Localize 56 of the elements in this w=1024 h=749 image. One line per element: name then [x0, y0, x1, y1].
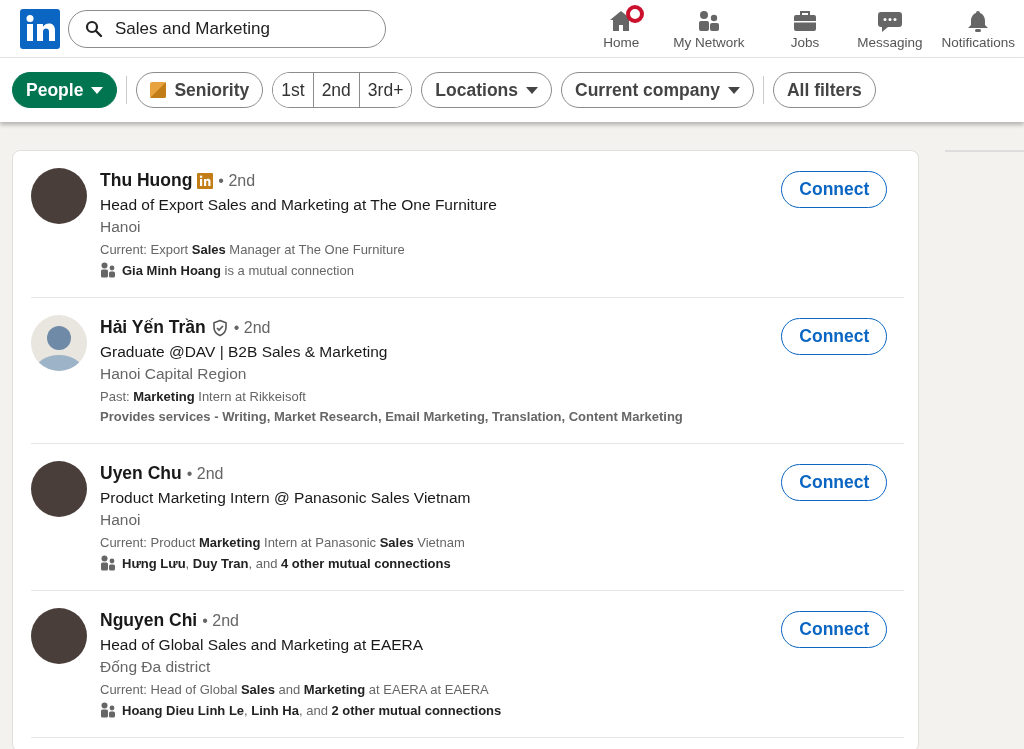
connect-button[interactable]: Connect: [781, 171, 888, 208]
photo-placeholder[interactable]: [31, 168, 87, 224]
person-name[interactable]: Thu Huong: [100, 170, 193, 191]
nav-item[interactable]: Notifications: [932, 7, 1024, 50]
people-icon: [697, 9, 721, 33]
filter-button[interactable]: Current company: [561, 72, 754, 108]
search-icon: [85, 19, 103, 38]
connection-degree: • 2nd: [186, 464, 224, 483]
summary-text: Current: Head of Global Sales and Marketing at EAERA at EAERA: [100, 682, 490, 697]
insight-text: Provides services - Writing, Market Research, Email Marketing, Translation, Content Marketing: [100, 409, 683, 424]
nav-item[interactable]: Messaging: [847, 7, 933, 50]
insight-text: Hưng Lưu, Duy Tran, and 4 other mutual connections: [122, 555, 451, 571]
headline: Head of Global Sales and Marketing at EAERA: [100, 636, 425, 654]
filter-button[interactable]: Locations: [421, 72, 552, 108]
summary-text: Past: Marketing Intern at Rikkeisoft: [100, 389, 307, 404]
people-icon: [100, 262, 116, 278]
chat-icon: [876, 9, 903, 33]
connection-degree-filter[interactable]: 3rd+: [358, 73, 412, 107]
summary-text: Current: Export Sales Manager at The One Furniture: [100, 242, 406, 257]
headline: Product Marketing Intern @ Panasonic Sales Vietnam: [100, 489, 472, 507]
bell-icon: [966, 9, 991, 33]
insight-text: Hoang Dieu Linh Le, Linh Ha, and 2 other mutual connections: [122, 702, 502, 718]
avatar-silhouette-icon[interactable]: [31, 315, 87, 371]
headline: Graduate @DAV | B2B Sales & Marketing: [100, 343, 389, 361]
insight-text: Gia Minh Hoang is a mutual connection: [122, 262, 354, 278]
location: Hanoi Capital Region: [100, 365, 248, 383]
caret-icon: [91, 86, 104, 94]
location: Hanoi: [100, 218, 142, 236]
people-icon: [100, 555, 116, 571]
connect-button[interactable]: Connect: [781, 611, 888, 648]
photo-placeholder[interactable]: [31, 461, 87, 517]
connect-button[interactable]: Connect: [781, 464, 888, 501]
connection-degree: • 2nd: [233, 318, 271, 337]
connection-degree: • 2nd: [202, 611, 239, 630]
filter-button[interactable]: Seniority: [136, 72, 264, 108]
person-name[interactable]: Uyen Chu: [100, 463, 182, 484]
filter-button[interactable]: All filters: [772, 72, 876, 108]
logo-icon[interactable]: [20, 8, 60, 49]
location: Hanoi: [100, 511, 142, 529]
nav-item[interactable]: Jobs: [762, 7, 848, 50]
tag-icon: [150, 82, 167, 98]
headline: Head of Export Sales and Marketing at The One Furniture: [100, 196, 498, 214]
connection-degree: • 2nd: [218, 171, 256, 190]
person-name[interactable]: Nguyen Chi: [100, 610, 198, 631]
caret-icon: [526, 86, 538, 94]
photo-placeholder[interactable]: [31, 608, 87, 664]
filter-button[interactable]: People: [12, 72, 118, 108]
caret-icon: [727, 86, 740, 94]
nav-item[interactable]: My Network: [655, 7, 763, 50]
location: Đống Đa district: [100, 658, 212, 676]
people-icon: [100, 702, 116, 718]
nav-item[interactable]: Home: [603, 7, 656, 50]
briefcase-icon: [791, 9, 818, 33]
connect-button[interactable]: Connect: [781, 318, 888, 355]
summary-text: Current: Product Marketing Intern at Panasonic Sales Vietnam: [100, 535, 466, 550]
person-name[interactable]: Hải Yến Trần: [100, 317, 206, 338]
